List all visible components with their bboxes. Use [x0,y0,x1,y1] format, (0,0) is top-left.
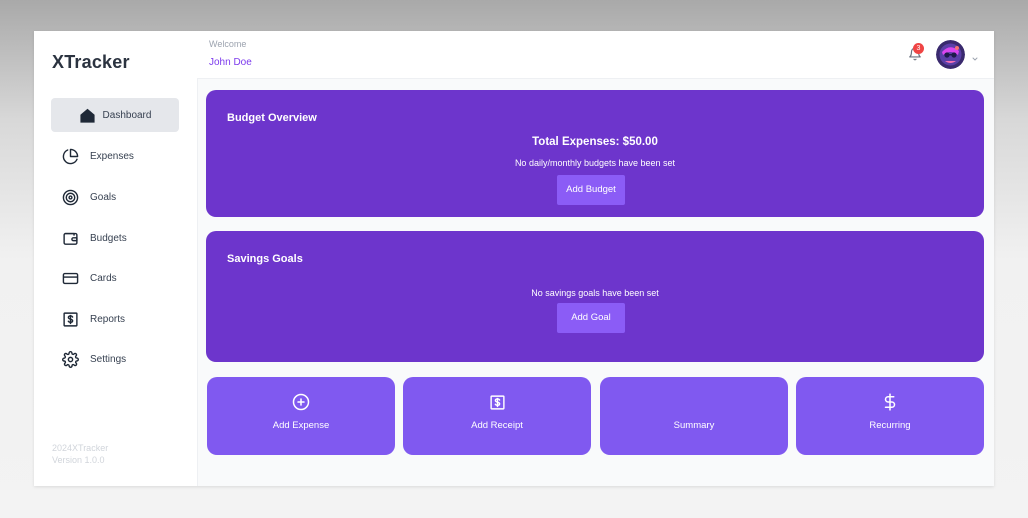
savings-goals-card: Savings Goals No savings goals have been… [206,231,984,362]
sidebar-item-label: Cards [90,272,117,284]
chevron-down-icon[interactable] [971,50,981,61]
sidebar-item-label: Settings [90,353,127,365]
app-logo: XTracker [52,52,130,72]
version-text: Version 1.0.0 [52,455,105,465]
wallet-icon [61,229,79,247]
dollar-receipt-icon [61,310,79,328]
top-bar: Welcome John Doe 3 [197,31,994,79]
avatar[interactable] [936,40,965,69]
pie-chart-icon [61,147,79,165]
sidebar-item-label: Budgets [90,232,127,244]
sidebar-item-label: Dashboard [102,109,152,121]
target-icon [61,188,79,206]
sidebar-item-label: Expenses [90,150,134,162]
sidebar-item-settings[interactable]: Settings [51,342,179,376]
add-receipt-tile[interactable]: Add Receipt [403,377,591,455]
credit-card-icon [61,269,79,287]
sidebar-item-label: Goals [90,191,117,203]
welcome-label: Welcome [209,39,247,49]
gear-icon [61,350,79,368]
sidebar-item-label: Reports [90,313,126,325]
sidebar-item-goals[interactable]: Goals [51,180,179,214]
sidebar-item-budgets[interactable]: Budgets [51,221,179,255]
main-content: Budget Overview Total Expenses: $50.00 N… [198,79,994,486]
dollar-icon [880,392,900,412]
add-expense-tile[interactable]: Add Expense [207,377,395,455]
notification-badge: 3 [913,43,924,54]
add-budget-button[interactable]: Add Budget [557,175,625,205]
sidebar-item-expenses[interactable]: Expenses [51,139,179,173]
budget-empty-message: No daily/monthly budgets have been set [514,158,676,168]
summary-tile[interactable]: Summary [600,377,788,455]
tile-label: Summary [673,420,715,431]
add-goal-button[interactable]: Add Goal [557,303,625,333]
plus-circle-icon [291,392,311,412]
budget-overview-title: Budget Overview [227,112,317,124]
receipt-icon [487,392,507,412]
savings-goals-title: Savings Goals [227,253,303,265]
total-expenses: Total Expenses: $50.00 [532,136,658,148]
home-icon [79,106,97,124]
tile-label: Recurring [869,420,911,431]
savings-empty-message: No savings goals have been set [531,288,659,298]
sidebar: XTracker Dashboard Expenses Goals Budget… [34,31,198,486]
copyright-text: 2024XTracker [52,443,109,453]
sidebar-item-cards[interactable]: Cards [51,261,179,295]
sidebar-item-dashboard[interactable]: Dashboard [51,98,179,132]
recurring-tile[interactable]: Recurring [796,377,984,455]
tile-label: Add Receipt [471,420,523,431]
tile-label: Add Expense [272,420,330,431]
sidebar-item-reports[interactable]: Reports [51,302,179,336]
app-window: XTracker Dashboard Expenses Goals Budget… [34,31,994,486]
username[interactable]: John Doe [209,57,252,68]
budget-overview-card: Budget Overview Total Expenses: $50.00 N… [206,90,984,217]
